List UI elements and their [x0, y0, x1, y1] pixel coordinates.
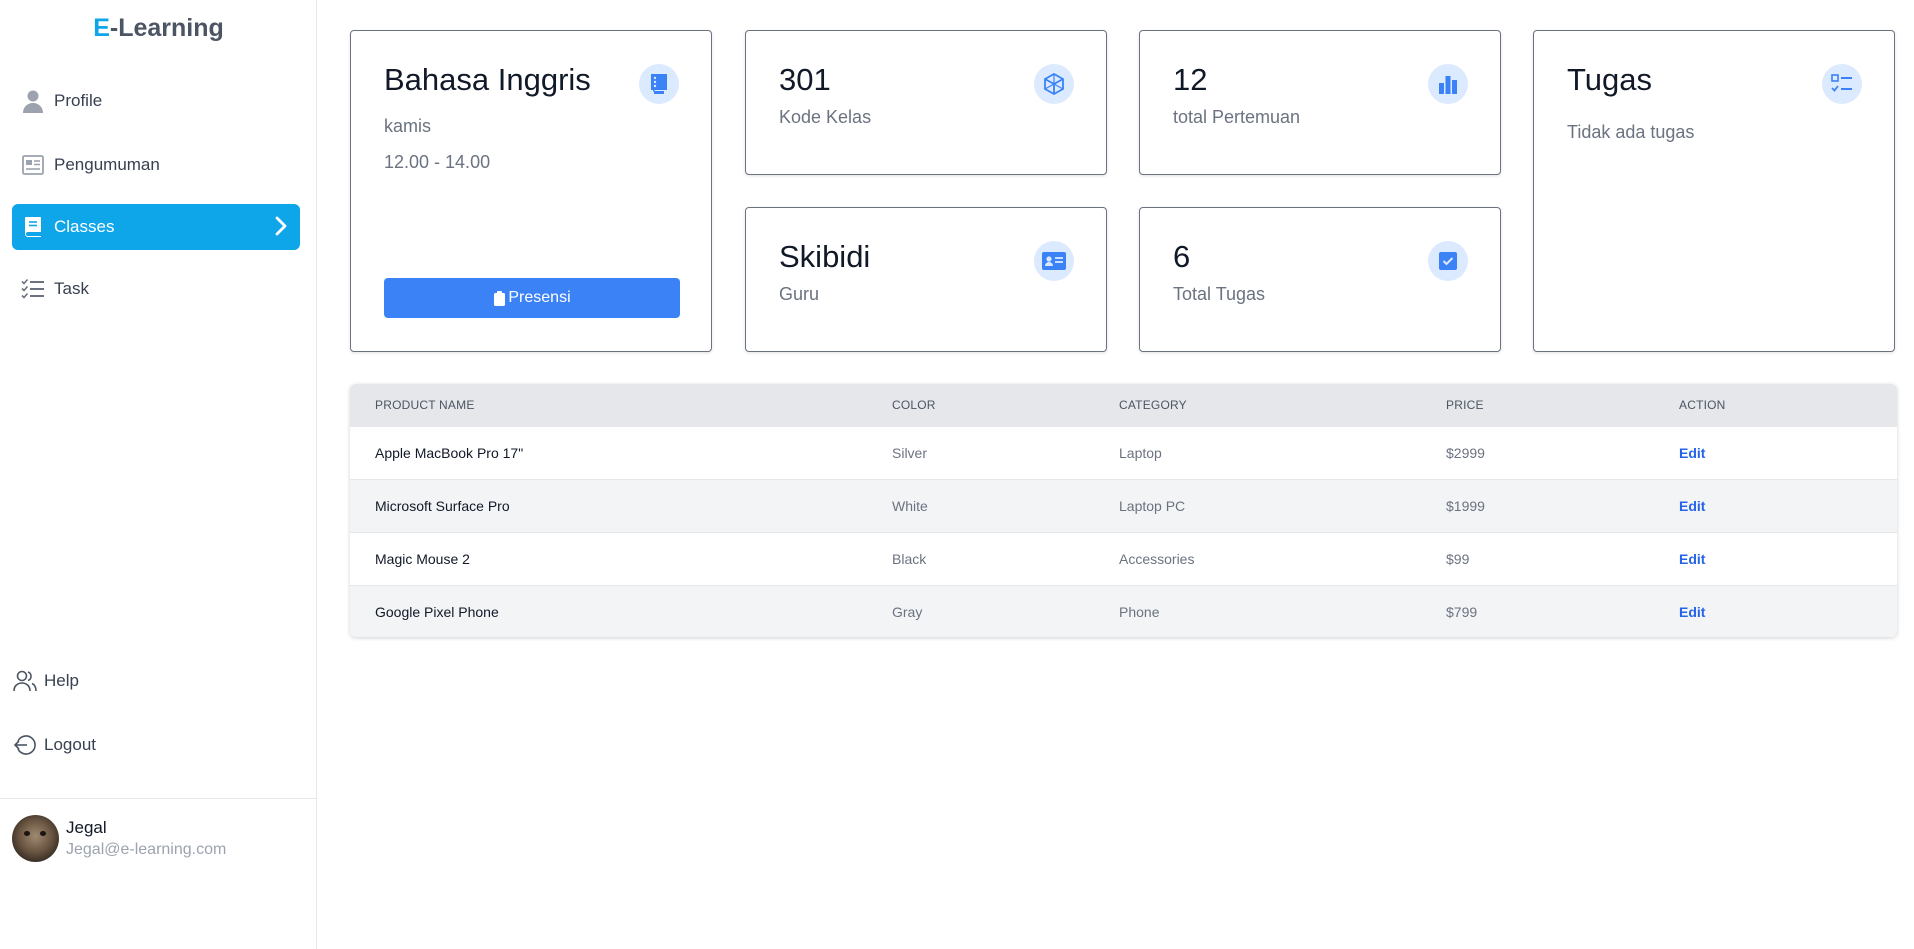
sidebar-item-label: Pengumuman [54, 155, 160, 174]
table-row: Magic Mouse 2 Black Accessories $99 Edit [350, 532, 1897, 585]
list-check-icon [20, 276, 46, 302]
user-name: Jegal [66, 818, 107, 837]
user-email: Jegal@e-learning.com [66, 841, 227, 858]
subject-day: kamis [384, 116, 432, 136]
column-header: CATEGORY [1119, 397, 1187, 412]
sidebar-item-profile[interactable]: Profile [12, 78, 300, 124]
product-color: Silver [892, 444, 928, 461]
chevron-right-icon [274, 215, 288, 242]
subject-time: 12.00 - 14.00 [384, 152, 491, 172]
product-price: $2999 [1446, 444, 1485, 461]
product-name: Apple MacBook Pro 17" [375, 444, 524, 461]
sidebar-item-label: Classes [54, 217, 115, 236]
meetings-value: 12 [1173, 62, 1208, 97]
logo-text: -Learning [109, 14, 224, 42]
products-table: PRODUCT NAME COLOR CATEGORY PRICE ACTION… [350, 384, 1897, 637]
column-header: ACTION [1679, 397, 1726, 412]
logout-link[interactable]: Logout [12, 725, 96, 765]
edit-link[interactable]: Edit [1679, 551, 1705, 567]
tasks-panel-card: Tugas Tidak ada tugas [1533, 30, 1895, 352]
sidebar-item-label: Profile [54, 91, 103, 110]
total-tasks-value: 6 [1173, 239, 1191, 274]
product-name: Microsoft Surface Pro [375, 497, 510, 514]
help-link[interactable]: Help [12, 661, 79, 701]
sidebar-divider [0, 798, 317, 799]
table-row: Apple MacBook Pro 17" Silver Laptop $299… [350, 426, 1897, 479]
meetings-label: total Pertemuan [1173, 107, 1301, 127]
subject-card: Bahasa Inggris kamis 12.00 - 14.00 Prese… [350, 30, 712, 352]
class-code-label: Kode Kelas [779, 107, 872, 127]
class-code-card: 301 Kode Kelas [745, 30, 1107, 175]
newspaper-icon [20, 152, 46, 178]
teacher-label: Guru [779, 284, 820, 304]
app-logo[interactable]: E-Learning [0, 14, 317, 43]
subject-title: Bahasa Inggris [384, 62, 591, 97]
table-row: Microsoft Surface Pro White Laptop PC $1… [350, 479, 1897, 532]
product-name: Magic Mouse 2 [375, 550, 470, 567]
tasks-panel-title: Tugas [1567, 62, 1653, 97]
list-check-icon [1822, 64, 1862, 104]
table-row: Google Pixel Phone Gray Phone $799 Edit [350, 585, 1897, 637]
user-icon [20, 88, 46, 114]
column-header: PRICE [1446, 397, 1484, 412]
sidebar-item-label: Task [54, 279, 89, 298]
avatar [12, 815, 59, 862]
sidebar: E-Learning Profile Pengumuman Classes Ta… [0, 0, 317, 949]
logout-icon [12, 732, 38, 758]
id-card-icon [1034, 241, 1074, 281]
teacher-value: Skibidi [779, 239, 871, 274]
clipboard-icon [493, 290, 506, 306]
table-header-row: PRODUCT NAME COLOR CATEGORY PRICE ACTION [350, 384, 1897, 426]
meetings-card: 12 total Pertemuan [1139, 30, 1501, 175]
product-color: White [892, 497, 928, 514]
total-tasks-label: Total Tugas [1173, 284, 1266, 304]
product-color: Gray [892, 603, 923, 620]
presensi-button[interactable]: Presensi [384, 278, 680, 318]
sidebar-item-task[interactable]: Task [12, 266, 300, 312]
tasks-empty-text: Tidak ada tugas [1567, 122, 1695, 142]
product-price: $1999 [1446, 497, 1485, 514]
product-price: $799 [1446, 603, 1478, 620]
column-header: COLOR [892, 397, 936, 412]
help-label: Help [44, 671, 79, 690]
check-square-icon [1428, 241, 1468, 281]
users-icon [12, 668, 38, 694]
book-icon [20, 214, 46, 240]
product-name: Google Pixel Phone [375, 603, 499, 620]
product-category: Laptop [1119, 444, 1162, 461]
total-tasks-card: 6 Total Tugas [1139, 207, 1501, 352]
teacher-card: Skibidi Guru [745, 207, 1107, 352]
product-category: Laptop PC [1119, 497, 1186, 514]
product-category: Accessories [1119, 550, 1195, 567]
edit-link[interactable]: Edit [1679, 445, 1705, 461]
presensi-label: Presensi [508, 289, 571, 306]
logout-label: Logout [44, 735, 96, 754]
book-icon [639, 64, 679, 104]
class-code-value: 301 [779, 62, 831, 97]
column-header: PRODUCT NAME [375, 397, 475, 412]
edit-link[interactable]: Edit [1679, 604, 1705, 620]
user-profile[interactable]: Jegal Jegal@e-learning.com [12, 815, 226, 862]
sidebar-item-classes[interactable]: Classes [12, 204, 300, 250]
product-price: $99 [1446, 550, 1470, 567]
product-category: Phone [1119, 603, 1160, 620]
bar-chart-icon [1428, 64, 1468, 104]
product-color: Black [892, 550, 927, 567]
logo-accent: E [93, 14, 110, 42]
cube-icon [1034, 64, 1074, 104]
edit-link[interactable]: Edit [1679, 498, 1705, 514]
sidebar-item-pengumuman[interactable]: Pengumuman [12, 142, 300, 188]
